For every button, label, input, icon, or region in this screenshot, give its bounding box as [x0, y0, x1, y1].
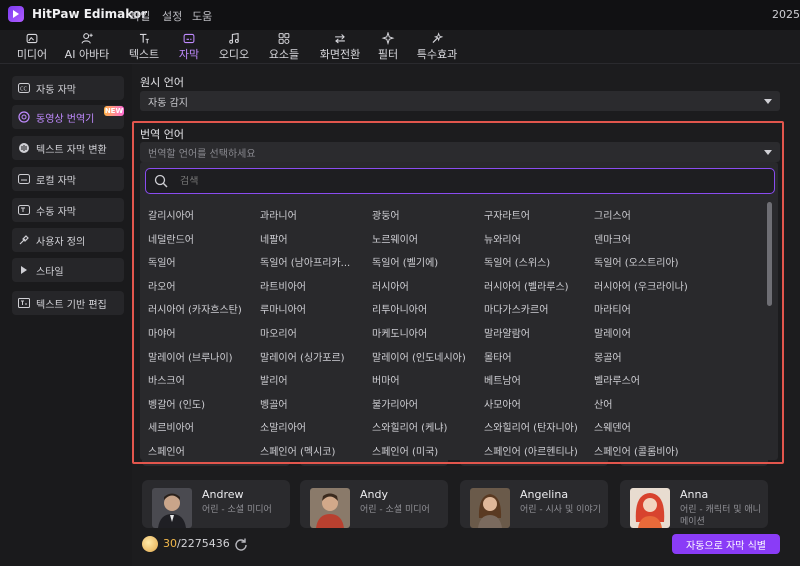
audio-icon	[229, 33, 239, 44]
highlight-frame	[132, 121, 784, 464]
tab-subtitle[interactable]: 자막	[176, 32, 202, 62]
avatar-card-andy[interactable]: Andy 어린 - 소셜 미디어	[300, 480, 448, 528]
auto-identify-subtitle-button[interactable]: 자동으로 자막 식별	[672, 534, 780, 554]
tab-filter[interactable]: 필터	[376, 32, 400, 62]
source-language-label: 원시 언어	[140, 76, 184, 89]
svg-text:CC: CC	[20, 87, 27, 93]
tab-effects[interactable]: 특수효과	[414, 32, 460, 62]
avatar-card-angelina[interactable]: Angelina 어린 - 시사 및 이야기	[460, 480, 608, 528]
tab-transition[interactable]: 화면전환	[316, 32, 364, 62]
text-icon	[139, 33, 149, 44]
sidebar-item-custom[interactable]: 사용자 정의	[12, 228, 124, 252]
refresh-icon[interactable]	[234, 537, 248, 551]
manual-subtitle-icon	[18, 204, 30, 216]
cc-icon: CC	[18, 82, 30, 94]
new-badge: NEW	[104, 106, 124, 116]
chevron-down-icon	[764, 99, 772, 104]
sidebar-item-text-based-edit[interactable]: 텍스트 기반 편집	[12, 291, 124, 315]
filter-icon	[381, 32, 395, 45]
date-display: 2025-	[772, 8, 800, 21]
custom-icon	[18, 234, 30, 246]
avatar	[470, 488, 510, 528]
tab-audio[interactable]: 오디오	[216, 32, 252, 62]
credits-display: 30/2275436	[163, 537, 230, 550]
menu-file[interactable]: 파일	[130, 8, 150, 24]
app-logo-icon	[8, 6, 24, 22]
avatar-card-anna[interactable]: Anna 어린 - 캐릭터 및 애니메이션	[620, 480, 768, 528]
sidebar-item-local-subtitle[interactable]: 로컬 자막	[12, 167, 124, 191]
avatar	[630, 488, 670, 528]
sidebar-item-style[interactable]: 스타일	[12, 258, 124, 282]
coin-icon	[142, 536, 158, 552]
text-edit-icon	[18, 297, 30, 309]
triangle-right-icon	[18, 264, 30, 276]
tab-media[interactable]: 미디어	[14, 32, 50, 62]
sidebar-item-auto-subtitle[interactable]: CC 자동 자막	[12, 76, 124, 100]
main-toolbar: 미디어 AI 아바타 텍스트 자막 오디오 요소들 화면전환 필터 특수효과	[0, 30, 800, 64]
source-language-select[interactable]: 자동 감지	[140, 91, 780, 111]
local-subtitle-icon	[18, 173, 30, 185]
elements-icon	[278, 33, 290, 44]
tts-icon	[18, 142, 30, 154]
media-icon	[26, 33, 38, 44]
tab-text[interactable]: 텍스트	[126, 32, 162, 62]
tab-elements[interactable]: 요소들	[266, 32, 302, 62]
translate-icon	[18, 111, 30, 123]
title-bar: HitPaw Edimakor 파일 설정 도움 2025-	[0, 0, 800, 30]
subtitle-icon	[183, 33, 195, 44]
ai-avatar-icon	[81, 33, 93, 44]
effects-icon	[432, 32, 444, 43]
menu-settings[interactable]: 설정	[162, 8, 182, 24]
tab-ai-avatar[interactable]: AI 아바타	[62, 32, 112, 62]
transition-icon	[335, 34, 345, 44]
sidebar-item-manual-subtitle[interactable]: 수동 자막	[12, 198, 124, 222]
menu-help[interactable]: 도움	[192, 8, 212, 24]
sidebar-item-text-to-subtitle[interactable]: 텍스트 자막 변환	[12, 136, 124, 160]
avatar	[310, 488, 350, 528]
avatar	[152, 488, 192, 528]
avatar-card-andrew[interactable]: Andrew 어린 - 소셜 미디어	[142, 480, 290, 528]
